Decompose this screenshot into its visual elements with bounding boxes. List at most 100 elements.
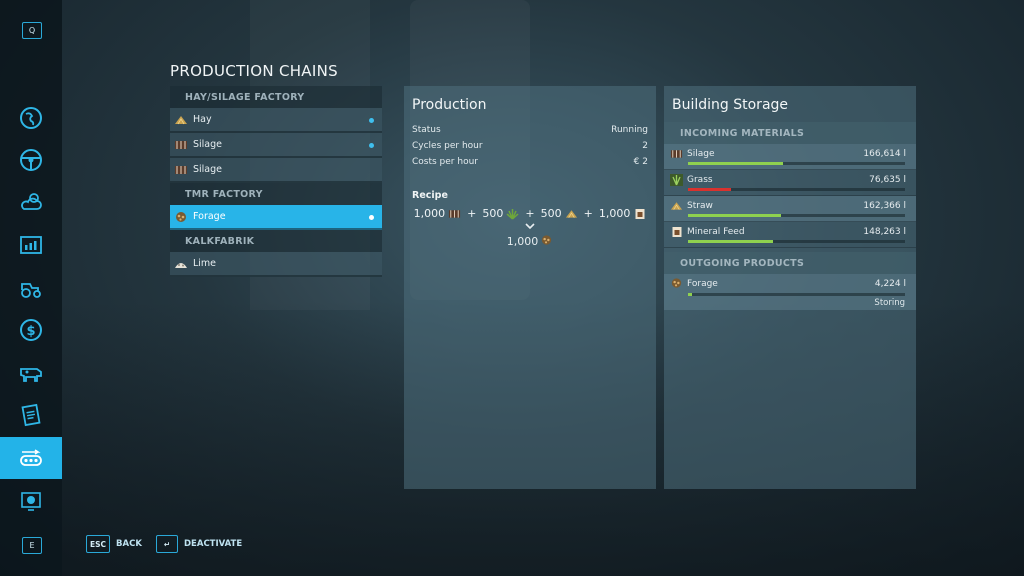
material-name: Straw	[687, 200, 713, 211]
fill-level	[688, 214, 782, 217]
storage-row-straw: Straw 162,366 l	[664, 196, 916, 222]
silage-icon	[448, 208, 461, 220]
nav-help[interactable]	[0, 480, 62, 522]
forage-icon	[174, 211, 188, 223]
list-item-forage[interactable]: Forage	[170, 205, 382, 230]
map-globe-icon	[20, 107, 42, 129]
enter-key-icon: ↵	[156, 535, 178, 553]
list-item-silage[interactable]: Silage	[170, 158, 382, 183]
category-header: HAY/SILAGE FACTORY	[170, 86, 382, 108]
cow-icon	[20, 368, 42, 382]
material-amount: 166,614 l	[863, 148, 906, 159]
product-amount: 4,224 l	[874, 279, 906, 289]
material-amount: 162,366 l	[863, 200, 906, 211]
side-navigation: Q $ E	[0, 0, 62, 576]
contracts-icon	[21, 403, 41, 427]
cycles-row: Cycles per hour 2	[404, 138, 656, 154]
grass-icon	[670, 173, 683, 186]
mineral-feed-icon	[633, 208, 646, 220]
list-item-label: Silage	[193, 139, 223, 150]
list-item-lime[interactable]: Lime	[170, 252, 382, 277]
incoming-materials-header: INCOMING MATERIALS	[664, 122, 916, 144]
material-amount: 76,635 l	[869, 174, 906, 185]
nav-next-key[interactable]: E	[22, 537, 42, 554]
category-header: TMR FACTORY	[170, 183, 382, 205]
silage-icon	[670, 148, 683, 160]
statistics-icon	[20, 236, 42, 254]
silage-icon	[174, 139, 188, 151]
nav-production-chains[interactable]	[0, 437, 62, 479]
forage-icon	[540, 234, 553, 249]
plus-sign: +	[583, 207, 593, 220]
tractor-icon	[21, 283, 41, 298]
nav-prev-key[interactable]: Q	[22, 22, 42, 39]
straw-icon	[670, 200, 683, 212]
nav-garage[interactable]	[0, 267, 62, 309]
back-button[interactable]: ESC BACK	[86, 535, 142, 553]
material-name: Mineral Feed	[687, 226, 745, 237]
help-icon	[21, 492, 41, 511]
product-state: Storing	[874, 298, 905, 308]
output-amount: 1,000	[506, 235, 539, 248]
production-panel: Production Status Running Cycles per hou…	[404, 86, 656, 489]
list-item-hay[interactable]: Hay	[170, 108, 382, 133]
back-label: BACK	[116, 539, 142, 549]
chevron-down-icon	[404, 222, 656, 230]
active-indicator-dot	[369, 215, 374, 220]
material-name: Grass	[687, 174, 713, 185]
material-amount: 148,263 l	[863, 226, 906, 237]
hay-icon	[174, 114, 188, 126]
nav-weather[interactable]	[0, 181, 62, 223]
steering-wheel-icon	[20, 149, 42, 171]
nav-finances[interactable]: $	[0, 309, 62, 351]
production-chain-icon	[20, 449, 42, 466]
plus-sign: +	[525, 207, 535, 220]
fill-level	[688, 293, 693, 296]
input-amount: 1,000	[598, 207, 631, 220]
product-name: Forage	[687, 279, 718, 289]
costs-label: Costs per hour	[412, 157, 478, 167]
deactivate-label: DEACTIVATE	[184, 539, 243, 549]
grass-icon	[506, 208, 519, 220]
list-item-label: Hay	[193, 114, 212, 125]
storage-row-grass: Grass 76,635 l	[664, 170, 916, 196]
input-amount: 1,000	[413, 207, 446, 220]
costs-value: € 2	[633, 157, 648, 167]
status-row: Status Running	[404, 122, 656, 138]
deactivate-button[interactable]: ↵ DEACTIVATE	[156, 535, 242, 553]
list-item-label: Silage	[193, 164, 223, 175]
list-item-label: Forage	[193, 211, 226, 222]
storage-row-mineral-feed: Mineral Feed 148,263 l	[664, 222, 916, 248]
list-item-silage[interactable]: Silage	[170, 133, 382, 158]
mineral-feed-icon	[670, 226, 683, 238]
plus-sign: +	[467, 207, 477, 220]
nav-animals[interactable]	[0, 352, 62, 394]
cycles-label: Cycles per hour	[412, 141, 483, 151]
storage-row-silage: Silage 166,614 l	[664, 144, 916, 170]
silage-icon	[174, 164, 188, 176]
recipe-label: Recipe	[412, 190, 448, 201]
fill-level-bar	[688, 240, 905, 243]
fill-level-bar	[688, 293, 905, 296]
production-chain-list: HAY/SILAGE FACTORY Hay Silage Silage TMR…	[170, 86, 382, 277]
nav-map[interactable]	[0, 97, 62, 139]
esc-key: ESC	[86, 535, 111, 553]
lime-icon	[174, 258, 188, 270]
fill-level-bar	[688, 214, 905, 217]
list-item-label: Lime	[193, 258, 217, 269]
outgoing-products-header: OUTGOING PRODUCTS	[664, 252, 916, 274]
building-storage-panel: Building Storage INCOMING MATERIALS Sila…	[664, 86, 916, 489]
fill-level	[688, 162, 784, 165]
active-indicator-dot	[369, 143, 374, 148]
weather-icon	[21, 193, 42, 210]
nav-statistics[interactable]	[0, 224, 62, 266]
material-name: Silage	[687, 148, 715, 159]
category-header: KALKFABRIK	[170, 230, 382, 252]
forage-icon	[670, 277, 683, 292]
storage-row-forage: Forage 4,224 l Storing	[664, 274, 916, 310]
panel-title: Building Storage	[672, 97, 789, 113]
nav-vehicles[interactable]	[0, 139, 62, 181]
status-label: Status	[412, 125, 441, 135]
nav-contracts[interactable]	[0, 394, 62, 436]
cycles-value: 2	[642, 141, 648, 151]
